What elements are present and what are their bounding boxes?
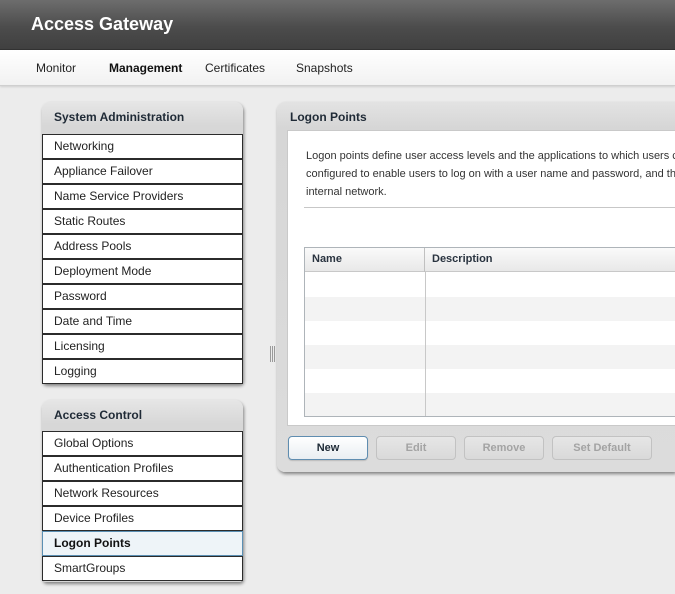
logon-points-panel: Logon Points Logon points define user ac…	[277, 102, 675, 472]
logon-points-content: Logon points define user access levels a…	[287, 130, 675, 426]
sidebar-item-logging[interactable]: Logging	[42, 359, 243, 384]
sidebar-item-networking[interactable]: Networking	[42, 134, 243, 159]
edit-button[interactable]: Edit	[376, 436, 456, 460]
app-title: Access Gateway	[31, 14, 174, 34]
new-button[interactable]: New	[288, 436, 368, 460]
description-line: configured to enable users to log on wit…	[306, 168, 675, 180]
sidebar-item-smartgroups[interactable]: SmartGroups	[42, 556, 243, 581]
table-header: Name Description	[305, 248, 675, 272]
sidebar-item-network-resources[interactable]: Network Resources	[42, 481, 243, 506]
sidebar-item-password[interactable]: Password	[42, 284, 243, 309]
remove-button[interactable]: Remove	[464, 436, 544, 460]
description-line: internal network.	[306, 186, 387, 198]
sidebar-item-device-profiles[interactable]: Device Profiles	[42, 506, 243, 531]
nav-management[interactable]: Management	[109, 61, 182, 75]
sidebar-item-date-and-time[interactable]: Date and Time	[42, 309, 243, 334]
nav-certificates[interactable]: Certificates	[205, 61, 265, 75]
logon-points-table[interactable]: Name Description	[304, 247, 675, 417]
panel-title-system-administration: System Administration	[54, 110, 185, 124]
access-control-panel: Access Control Global Options Authentica…	[42, 400, 243, 582]
set-default-button[interactable]: Set Default	[552, 436, 652, 460]
page-title: Logon Points	[290, 110, 367, 124]
app-header: Access Gateway	[0, 0, 675, 50]
top-nav: Monitor Management Certificates Snapshot…	[0, 50, 675, 86]
sidebar-item-appliance-failover[interactable]: Appliance Failover	[42, 159, 243, 184]
sidebar-item-address-pools[interactable]: Address Pools	[42, 234, 243, 259]
nav-snapshots[interactable]: Snapshots	[296, 61, 353, 75]
sidebar-item-logon-points[interactable]: Logon Points	[42, 531, 243, 556]
sidebar-item-name-service-providers[interactable]: Name Service Providers	[42, 184, 243, 209]
sidebar-item-authentication-profiles[interactable]: Authentication Profiles	[42, 456, 243, 481]
table-row	[305, 273, 675, 297]
column-header-description[interactable]: Description	[425, 248, 675, 272]
column-header-name[interactable]: Name	[305, 248, 425, 272]
nav-monitor[interactable]: Monitor	[36, 61, 76, 75]
sidebar-item-deployment-mode[interactable]: Deployment Mode	[42, 259, 243, 284]
sidebar-item-static-routes[interactable]: Static Routes	[42, 209, 243, 234]
sidebar-item-global-options[interactable]: Global Options	[42, 431, 243, 456]
panel-title-access-control: Access Control	[54, 408, 143, 422]
divider	[304, 207, 675, 208]
splitter-handle[interactable]	[270, 346, 275, 362]
sidebar-item-licensing[interactable]: Licensing	[42, 334, 243, 359]
system-administration-panel: System Administration Networking Applian…	[42, 102, 243, 384]
table-row	[305, 321, 675, 345]
column-divider	[425, 272, 426, 416]
table-row	[305, 297, 675, 321]
table-row	[305, 345, 675, 369]
table-row	[305, 369, 675, 393]
table-row	[305, 393, 675, 416]
description-line: Logon points define user access levels a…	[306, 150, 675, 162]
logon-points-description: Logon points define user access levels a…	[306, 147, 675, 201]
